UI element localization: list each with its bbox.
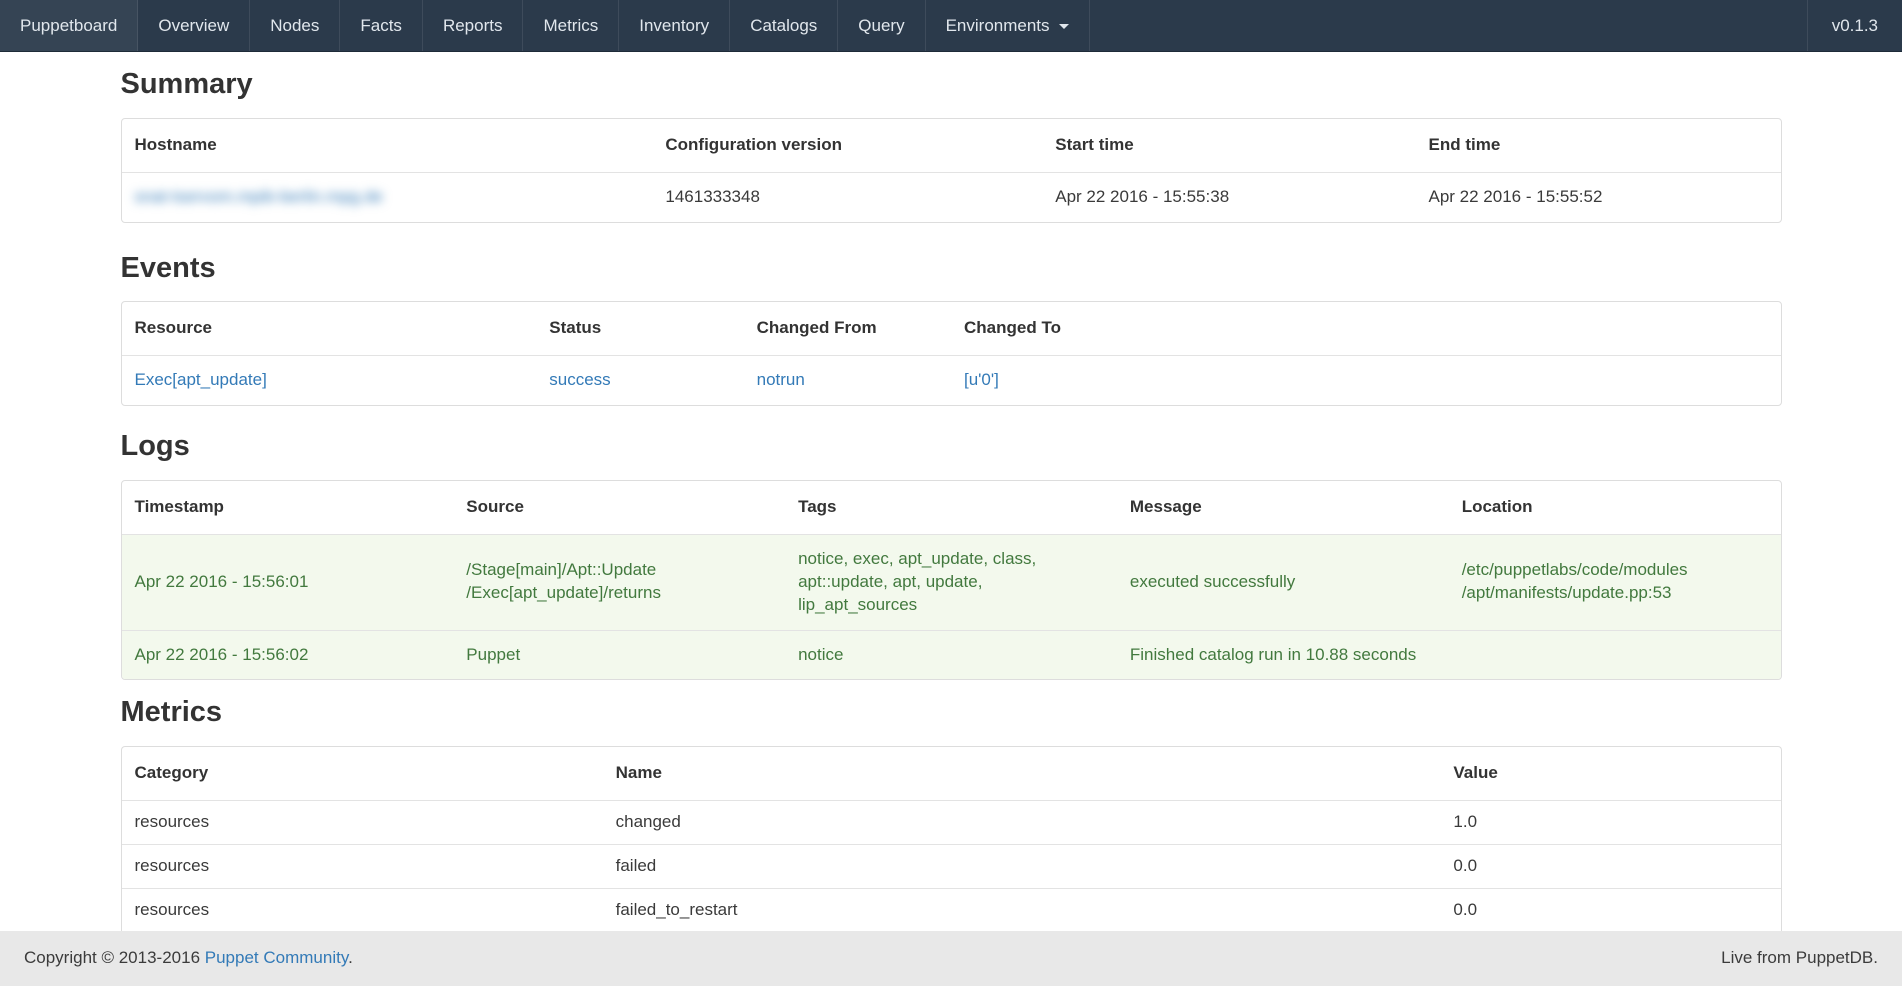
environments-dropdown-label: Environments: [946, 16, 1050, 35]
config-version-value: 1461333348: [652, 172, 1042, 221]
metric-category: resources: [122, 801, 603, 845]
navbar-spacer: [1090, 0, 1807, 51]
environments-dropdown[interactable]: Environments: [926, 0, 1090, 51]
nav-item-reports[interactable]: Reports: [423, 0, 524, 51]
copyright-text: Copyright © 2013-2016: [24, 948, 205, 967]
start-time-value: Apr 22 2016 - 15:55:38: [1042, 172, 1415, 221]
events-col-changed-to: Changed To: [951, 302, 1158, 355]
summary-col-config-version: Configuration version: [652, 119, 1042, 172]
event-changed-from-link[interactable]: notrun: [757, 370, 805, 389]
summary-col-hostname: Hostname: [122, 119, 653, 172]
metric-name: failed_to_restart: [603, 889, 1441, 933]
events-heading: Events: [121, 252, 1782, 285]
log-source: /Stage[main]/Apt::Update /Exec[apt_updat…: [453, 534, 785, 630]
events-col-empty: [1158, 302, 1780, 355]
event-status-link[interactable]: success: [549, 370, 610, 389]
metric-category: resources: [122, 845, 603, 889]
log-row: Apr 22 2016 - 15:56:01 /Stage[main]/Apt:…: [122, 534, 1781, 630]
log-message: executed successfully: [1117, 534, 1449, 630]
metric-row: resources changed 1.0: [122, 801, 1781, 845]
page-footer: Copyright © 2013-2016 Puppet Community. …: [0, 931, 1902, 986]
metric-name: failed: [603, 845, 1441, 889]
log-source: Puppet: [453, 630, 785, 679]
log-location: [1449, 630, 1781, 679]
summary-col-end-time: End time: [1416, 119, 1781, 172]
summary-table: Hostname Configuration version Start tim…: [121, 118, 1782, 223]
metric-value: 0.0: [1440, 845, 1780, 889]
logs-table: Timestamp Source Tags Message Location A…: [121, 480, 1782, 681]
footer-puppetdb-status: Live from PuppetDB.: [1721, 947, 1878, 970]
navbar-links: Puppetboard Overview Nodes Facts Reports…: [0, 0, 1090, 51]
logs-col-source: Source: [453, 481, 785, 534]
metric-value: 0.0: [1440, 889, 1780, 933]
nav-item-facts[interactable]: Facts: [340, 0, 423, 51]
log-tags: notice: [785, 630, 1117, 679]
logs-col-location: Location: [1449, 481, 1781, 534]
metrics-col-category: Category: [122, 747, 603, 800]
log-location: /etc/puppetlabs/code/modules /apt/manife…: [1449, 534, 1781, 630]
logs-col-message: Message: [1117, 481, 1449, 534]
log-message: Finished catalog run in 10.88 seconds: [1117, 630, 1449, 679]
hostname-link-blurred[interactable]: snat-tservom.mpib-berlin.mpg.de: [135, 187, 383, 206]
nav-item-overview[interactable]: Overview: [138, 0, 250, 51]
metric-value: 1.0: [1440, 801, 1780, 845]
events-col-resource: Resource: [122, 302, 537, 355]
nav-item-nodes[interactable]: Nodes: [250, 0, 340, 51]
chevron-down-icon: [1059, 24, 1069, 29]
puppet-community-link[interactable]: Puppet Community: [205, 948, 348, 967]
events-table: Resource Status Changed From Changed To …: [121, 301, 1782, 406]
nav-item-query[interactable]: Query: [838, 0, 925, 51]
metrics-col-name: Name: [603, 747, 1441, 800]
metric-category: resources: [122, 889, 603, 933]
event-resource-link[interactable]: Exec[apt_update]: [135, 370, 267, 389]
metric-row: resources failed 0.0: [122, 845, 1781, 889]
metric-name: changed: [603, 801, 1441, 845]
log-tags: notice, exec, apt_update, class, apt::up…: [785, 534, 1117, 630]
summary-col-start-time: Start time: [1042, 119, 1415, 172]
summary-heading: Summary: [121, 68, 1782, 101]
metrics-col-value: Value: [1440, 747, 1780, 800]
events-col-changed-from: Changed From: [744, 302, 951, 355]
top-navbar: Puppetboard Overview Nodes Facts Reports…: [0, 0, 1902, 52]
log-row: Apr 22 2016 - 15:56:02 Puppet notice Fin…: [122, 630, 1781, 679]
log-timestamp: Apr 22 2016 - 15:56:02: [122, 630, 454, 679]
nav-item-inventory[interactable]: Inventory: [619, 0, 730, 51]
logs-col-tags: Tags: [785, 481, 1117, 534]
metric-row: resources failed_to_restart 0.0: [122, 889, 1781, 933]
event-row: Exec[apt_update] success notrun [u'0']: [122, 355, 1781, 404]
report-page: Summary Hostname Configuration version S…: [121, 68, 1782, 976]
copyright-period: .: [348, 948, 353, 967]
logs-col-timestamp: Timestamp: [122, 481, 454, 534]
version-label: v0.1.3: [1807, 0, 1902, 51]
events-col-status: Status: [536, 302, 743, 355]
logs-heading: Logs: [121, 430, 1782, 463]
end-time-value: Apr 22 2016 - 15:55:52: [1416, 172, 1781, 221]
metrics-heading: Metrics: [121, 696, 1782, 729]
log-timestamp: Apr 22 2016 - 15:56:01: [122, 534, 454, 630]
nav-item-metrics[interactable]: Metrics: [523, 0, 619, 51]
footer-copyright: Copyright © 2013-2016 Puppet Community.: [24, 947, 353, 970]
event-changed-to-link[interactable]: [u'0']: [964, 370, 999, 389]
nav-item-catalogs[interactable]: Catalogs: [730, 0, 838, 51]
brand-puppetboard[interactable]: Puppetboard: [0, 0, 138, 51]
summary-row: snat-tservom.mpib-berlin.mpg.de 14613333…: [122, 172, 1781, 221]
